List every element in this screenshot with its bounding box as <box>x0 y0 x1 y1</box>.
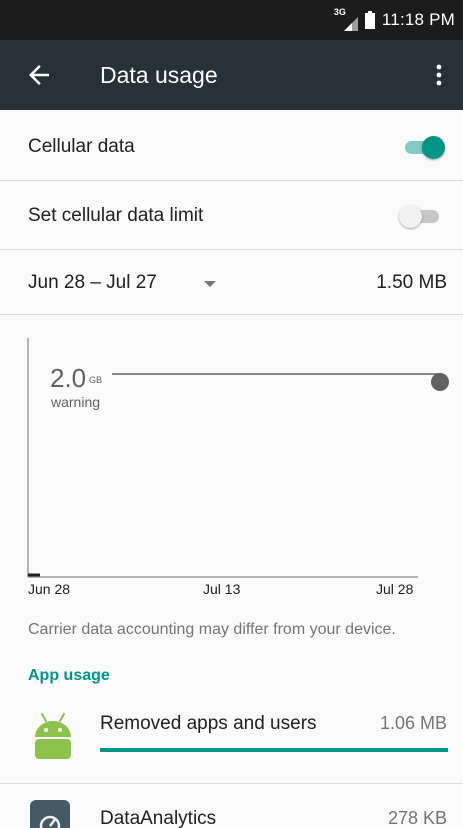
app-usage-header: App usage <box>28 667 110 684</box>
signal-icon <box>343 17 358 31</box>
usage-chart: 2.0 GB warning Jun 28 Jul 13 Jul 28 <box>0 316 463 606</box>
status-icons: 3G 11:18 PM <box>333 7 455 32</box>
app-name: Removed apps and users <box>100 713 317 734</box>
carrier-disclaimer: Carrier data accounting may differ from … <box>28 621 396 638</box>
app-bar: Data usage <box>0 40 463 110</box>
battery-icon <box>364 11 375 29</box>
switch-thumb <box>399 205 422 228</box>
status-bar: 3G 11:18 PM <box>0 0 463 40</box>
back-arrow-icon[interactable] <box>24 60 54 90</box>
usage-bar <box>100 748 448 752</box>
switch-thumb <box>422 136 445 159</box>
page-title: Data usage <box>100 62 218 88</box>
app-name: DataAnalytics <box>100 808 217 828</box>
warning-value: 2.0 <box>50 363 87 393</box>
warning-unit: GB <box>89 375 103 385</box>
usage-bar-fill <box>100 748 448 752</box>
warning-label: warning <box>51 394 101 410</box>
x-tick-end: Jul 28 <box>376 581 414 597</box>
cycle-total-usage: 1.50 MB <box>376 272 447 293</box>
warning-handle[interactable] <box>431 373 449 391</box>
dropdown-arrow-icon[interactable] <box>204 280 216 288</box>
app-usage-item[interactable]: Removed apps and users 1.06 MB <box>0 700 463 780</box>
x-tick-start: Jun 28 <box>28 581 71 597</box>
cellular-data-switch[interactable] <box>401 136 445 159</box>
cycle-dropdown[interactable]: Jun 28 – Jul 27 <box>28 272 157 294</box>
data-analytics-icon <box>30 800 70 828</box>
clock: 11:18 PM <box>381 10 455 29</box>
list-divider <box>0 783 463 784</box>
android-icon <box>35 713 71 759</box>
app-size: 1.06 MB <box>379 713 447 733</box>
network-type-label: 3G <box>333 7 346 17</box>
cellular-data-row[interactable]: Cellular data <box>0 112 463 181</box>
data-limit-label: Set cellular data limit <box>28 205 204 226</box>
signal-indicator: 3G <box>333 7 358 31</box>
app-size: 278 KB <box>387 808 447 828</box>
cellular-data-label: Cellular data <box>28 136 135 157</box>
chart-canvas <box>27 338 449 578</box>
usage-cycle-row: Jun 28 – Jul 27 1.50 MB <box>0 250 463 315</box>
overflow-menu-icon[interactable] <box>429 62 449 88</box>
app-usage-item[interactable]: DataAnalytics 278 KB <box>0 790 463 828</box>
x-tick-mid: Jul 13 <box>203 581 241 597</box>
data-limit-row[interactable]: Set cellular data limit <box>0 181 463 250</box>
data-limit-switch[interactable] <box>399 205 443 228</box>
